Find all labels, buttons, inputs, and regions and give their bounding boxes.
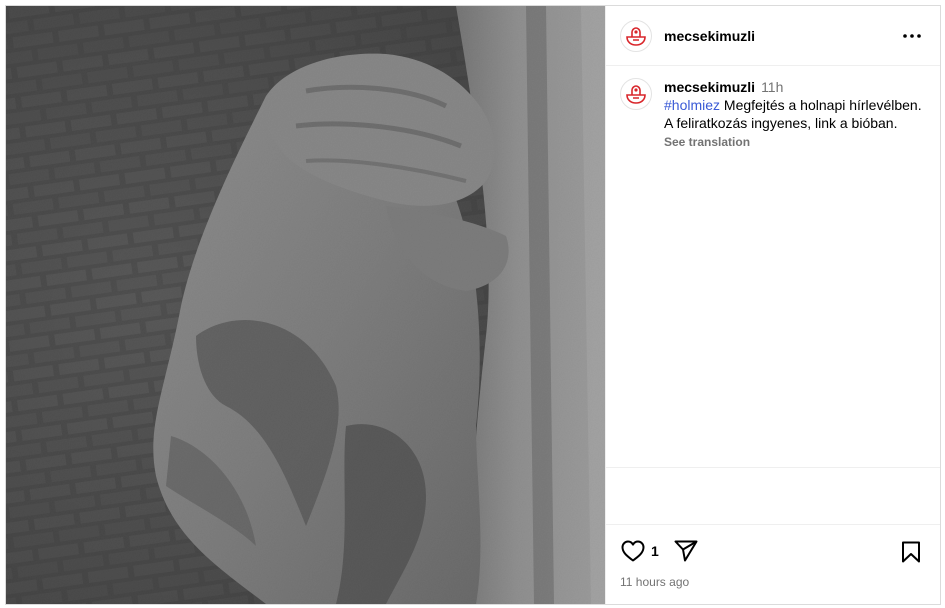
- caption-time[interactable]: 11h: [761, 79, 783, 95]
- post-timestamp[interactable]: 11 hours ago: [620, 575, 924, 589]
- caption-avatar[interactable]: [620, 78, 652, 110]
- statue-photo: [6, 6, 605, 604]
- caption-body: mecsekimuzli 11h #holmiez Megfejtés a hol…: [664, 78, 924, 150]
- action-row: 1: [620, 537, 924, 565]
- comments-section: mecsekimuzli 11h #holmiez Megfejtés a hol…: [606, 66, 940, 467]
- comment-area-divider: [606, 467, 940, 524]
- actions-bar: 1 11 hours ago: [606, 524, 940, 604]
- museum-logo-icon: [626, 26, 646, 46]
- bookmark-icon: [902, 541, 920, 563]
- post-header: mecsekimuzli: [606, 6, 940, 66]
- caption-text-block: #holmiez Megfejtés a holnapi hírlevélben…: [664, 96, 924, 132]
- museum-logo-icon: [626, 85, 646, 104]
- caption-username[interactable]: mecsekimuzli: [664, 79, 755, 95]
- like-button[interactable]: [620, 538, 646, 564]
- save-button[interactable]: [898, 539, 924, 565]
- see-translation-link[interactable]: See translation: [664, 134, 924, 150]
- caption: mecsekimuzli 11h #holmiez Megfejtés a hol…: [620, 78, 924, 150]
- more-horizontal-icon: [903, 33, 921, 38]
- like-count[interactable]: 1: [651, 543, 659, 559]
- post-side-panel: mecsekimuzli mecsekimuzli 11h #holmiez M…: [605, 6, 940, 604]
- send-icon: [674, 540, 698, 562]
- more-options-button[interactable]: [900, 24, 924, 48]
- post-image[interactable]: [6, 6, 605, 604]
- avatar[interactable]: [620, 19, 652, 52]
- heart-icon: [621, 540, 645, 562]
- post-container: mecsekimuzli mecsekimuzli 11h #holmiez M…: [5, 5, 941, 605]
- header-username[interactable]: mecsekimuzli: [664, 28, 900, 44]
- hashtag-link[interactable]: #holmiez: [664, 97, 720, 113]
- share-button[interactable]: [673, 538, 699, 564]
